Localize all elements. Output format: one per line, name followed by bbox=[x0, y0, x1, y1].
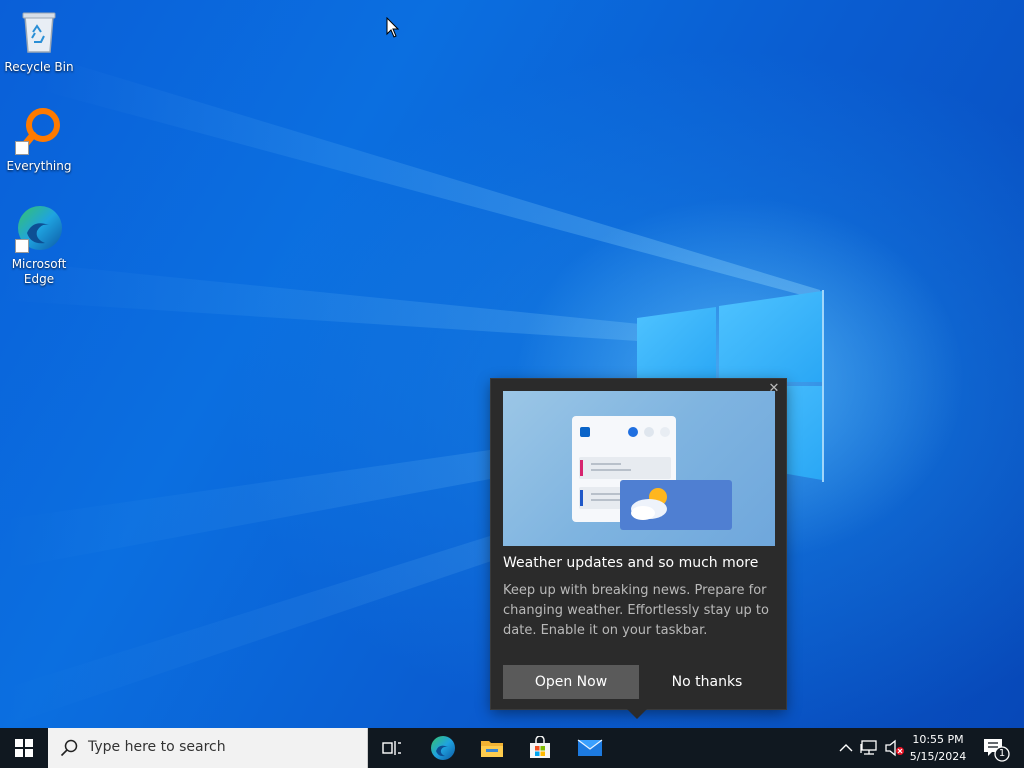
open-now-button[interactable]: Open Now bbox=[503, 665, 639, 699]
edge-icon bbox=[431, 736, 455, 760]
weather-illustration bbox=[503, 391, 775, 546]
search-icon bbox=[60, 739, 78, 757]
desktop: Recycle Bin Everything Microsoft Edge ✕ … bbox=[0, 0, 1024, 728]
mouse-cursor-icon bbox=[386, 17, 400, 38]
popup-pointer bbox=[627, 709, 647, 719]
task-view-button[interactable] bbox=[368, 728, 416, 768]
search-box[interactable]: Type here to search bbox=[48, 728, 368, 768]
windows-logo-icon bbox=[15, 739, 33, 757]
mail-icon bbox=[577, 739, 603, 756]
everything-search-icon bbox=[13, 105, 65, 157]
clock-time: 10:55 PM bbox=[912, 733, 964, 746]
taskbar-app-edge[interactable] bbox=[419, 728, 467, 768]
network-icon[interactable] bbox=[860, 739, 880, 757]
shortcut-arrow-icon bbox=[15, 239, 29, 253]
edge-icon bbox=[13, 203, 65, 255]
taskbar-app-microsoft-store[interactable] bbox=[516, 728, 564, 768]
desktop-icon-microsoft-edge[interactable]: Microsoft Edge bbox=[1, 203, 77, 287]
volume-muted-icon[interactable] bbox=[884, 739, 906, 757]
desktop-icon-label: Everything bbox=[6, 159, 72, 173]
shortcut-arrow-icon bbox=[15, 141, 29, 155]
taskbar-app-file-explorer[interactable] bbox=[468, 728, 516, 768]
desktop-icon-label: Microsoft Edge bbox=[11, 257, 67, 286]
folder-icon bbox=[481, 741, 503, 757]
start-button[interactable] bbox=[0, 728, 48, 768]
action-center-button[interactable]: 1 bbox=[976, 728, 1016, 768]
no-thanks-button[interactable]: No thanks bbox=[639, 665, 775, 699]
notification-count-badge: 1 bbox=[998, 748, 1006, 759]
clock-date: 5/15/2024 bbox=[909, 750, 967, 763]
system-clock[interactable]: 10:55 PM 5/15/2024 bbox=[906, 731, 970, 765]
popup-body: Keep up with breaking news. Prepare for … bbox=[503, 583, 769, 638]
store-icon bbox=[530, 736, 550, 758]
taskbar-app-mail[interactable] bbox=[566, 728, 614, 768]
desktop-icon-recycle-bin[interactable]: Recycle Bin bbox=[1, 6, 77, 75]
search-placeholder: Type here to search bbox=[88, 739, 226, 755]
show-hidden-icons-chevron-icon[interactable] bbox=[837, 739, 855, 757]
recycle-bin-icon bbox=[13, 6, 65, 58]
desktop-icon-everything[interactable]: Everything bbox=[1, 105, 77, 174]
popup-title: Weather updates and so much more bbox=[503, 555, 759, 571]
task-view-icon bbox=[382, 741, 401, 755]
desktop-icon-label: Recycle Bin bbox=[4, 60, 74, 74]
taskbar: Type here to search 10:55 PM 5/15/2024 1 bbox=[0, 728, 1024, 768]
weather-promo-popup: ✕ Weather updates and so much more Keep … bbox=[491, 379, 786, 709]
